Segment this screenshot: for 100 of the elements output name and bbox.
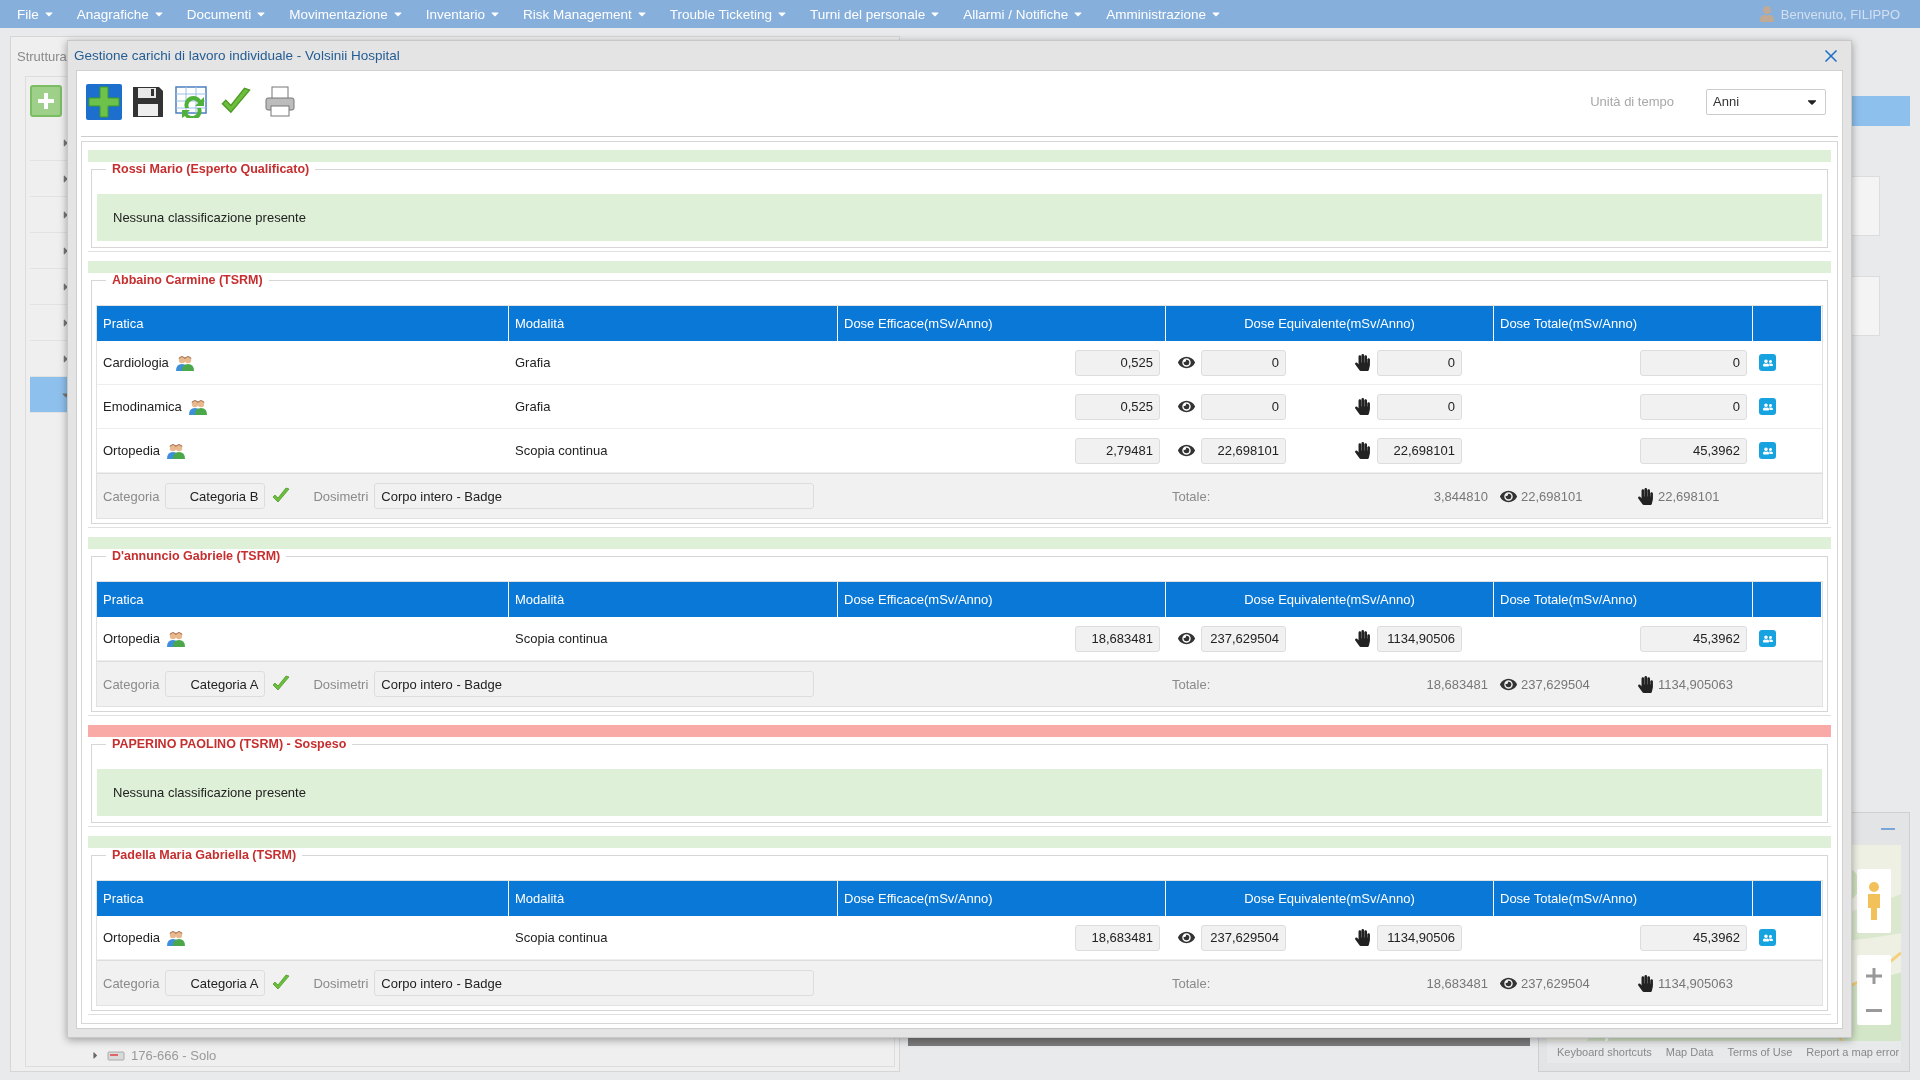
- dose-field[interactable]: 0: [1640, 393, 1747, 420]
- person-icon[interactable]: [1866, 881, 1882, 921]
- column-header: Dose Efficace(mSv/Anno): [838, 582, 1166, 617]
- zoom-out-icon[interactable]: [1866, 1009, 1882, 1013]
- hand-icon: [1637, 974, 1654, 992]
- refresh-icon: [175, 85, 209, 118]
- dose-field[interactable]: 45,3962: [1640, 625, 1747, 652]
- add-button[interactable]: [30, 85, 62, 117]
- modality-text: Scopia continua: [515, 631, 608, 646]
- floppy-icon: [132, 85, 164, 118]
- hand-icon: [1637, 675, 1654, 693]
- practice-text: Ortopedia: [103, 930, 161, 945]
- users-button[interactable]: [1759, 442, 1776, 459]
- people-icon: [174, 354, 195, 371]
- eye-icon: [1178, 929, 1195, 946]
- eye-icon: [1178, 398, 1195, 415]
- dose-field[interactable]: 22,698101: [1201, 437, 1286, 464]
- practice-text: Cardiologia: [103, 355, 169, 370]
- dose-field[interactable]: 0,525: [1075, 349, 1160, 376]
- drive-icon: [107, 1049, 125, 1061]
- time-unit-select[interactable]: Anni: [1706, 88, 1826, 115]
- column-header: Dose Equivalente(mSv/Anno): [1166, 306, 1494, 341]
- category-label: Categoria: [103, 488, 160, 504]
- dose-field[interactable]: 237,629504: [1201, 924, 1286, 951]
- practice-text: Emodinamica: [103, 399, 182, 414]
- plus-icon: [86, 83, 122, 120]
- hand-icon: [1354, 354, 1371, 371]
- dosimeter-field[interactable]: Corpo intero - Badge: [374, 970, 815, 996]
- dose-field[interactable]: 0: [1201, 393, 1286, 420]
- category-field[interactable]: Categoria B: [165, 483, 266, 509]
- users-icon: [1762, 932, 1773, 943]
- column-header: [1753, 582, 1822, 617]
- category-field[interactable]: Categoria A: [165, 671, 266, 697]
- dose-field[interactable]: 1134,90506: [1377, 625, 1462, 652]
- user-greeting: Benvenuto, FILIPPO: [1780, 6, 1900, 22]
- users-icon: [1762, 357, 1773, 368]
- panel-title: Struttura: [16, 49, 67, 64]
- eye-icon: [1178, 630, 1195, 647]
- dose-field[interactable]: 0: [1377, 349, 1462, 376]
- column-header: Dose Efficace(mSv/Anno): [838, 881, 1166, 916]
- dosimeter-field[interactable]: Corpo intero - Badge: [374, 671, 815, 697]
- users-icon: [1762, 445, 1773, 456]
- dosimeter-field[interactable]: Corpo intero - Badge: [374, 483, 815, 509]
- column-header: Dose Equivalente(mSv/Anno): [1166, 881, 1494, 916]
- users-button[interactable]: [1759, 929, 1776, 946]
- column-header: Modalità: [509, 582, 838, 617]
- empty-message: Nessuna classificazione presente: [97, 769, 1822, 816]
- total-value: 1134,905063: [1658, 975, 1733, 991]
- column-header: Pratica: [97, 306, 509, 341]
- practice-text: Ortopedia: [103, 443, 161, 458]
- column-header: Modalità: [509, 881, 838, 916]
- modality-text: Scopia continua: [515, 930, 608, 945]
- tree-item-text: 176-666 - Solo: [131, 1047, 217, 1063]
- total-value: 3,844810: [1433, 488, 1488, 504]
- dose-field[interactable]: 0: [1640, 349, 1747, 376]
- dose-field[interactable]: 18,683481: [1075, 924, 1160, 951]
- plus-icon: [37, 92, 55, 110]
- category-label: Categoria: [103, 975, 160, 991]
- column-header: Dose Equivalente(mSv/Anno): [1166, 582, 1494, 617]
- column-header: Dose Totale(mSv/Anno): [1494, 306, 1753, 341]
- dose-field[interactable]: 237,629504: [1201, 625, 1286, 652]
- dose-field[interactable]: 45,3962: [1640, 924, 1747, 951]
- practice-text: Ortopedia: [103, 631, 161, 646]
- dose-field[interactable]: 0: [1377, 393, 1462, 420]
- dose-field[interactable]: 2,79481: [1075, 437, 1160, 464]
- users-icon: [1762, 633, 1773, 644]
- users-button[interactable]: [1759, 354, 1776, 371]
- add-button[interactable]: [85, 81, 123, 122]
- dose-field[interactable]: 0: [1201, 349, 1286, 376]
- column-header: [1753, 306, 1822, 341]
- dose-field[interactable]: 45,3962: [1640, 437, 1747, 464]
- total-value: 237,629504: [1521, 975, 1591, 991]
- modality-text: Grafia: [515, 355, 551, 370]
- eye-icon: [1178, 442, 1195, 459]
- time-unit-label: Unità di tempo: [1590, 94, 1674, 109]
- dosimeter-label: Dosimetri: [313, 975, 369, 991]
- dose-field[interactable]: 1134,90506: [1377, 924, 1462, 951]
- dosimeter-label: Dosimetri: [313, 488, 369, 504]
- users-button[interactable]: [1759, 630, 1776, 647]
- dose-field[interactable]: 18,683481: [1075, 625, 1160, 652]
- total-value: 22,698101: [1521, 488, 1584, 504]
- zoom-in-icon[interactable]: [1866, 967, 1882, 984]
- total-value: 22,698101: [1658, 488, 1720, 504]
- dose-field[interactable]: 0,525: [1075, 393, 1160, 420]
- category-field[interactable]: Categoria A: [165, 970, 266, 996]
- category-label: Categoria: [103, 676, 160, 692]
- column-header: Dose Totale(mSv/Anno): [1494, 582, 1753, 617]
- users-button[interactable]: [1759, 398, 1776, 415]
- dialog-title: Gestione carichi di lavoro individuale - Volsinii Hospital: [74, 48, 400, 63]
- people-icon: [187, 398, 208, 415]
- total-value: 237,629504: [1521, 676, 1591, 692]
- people-icon: [166, 929, 187, 946]
- printer-icon: [264, 85, 296, 118]
- people-icon: [166, 442, 187, 459]
- total-label: Totale:: [1172, 488, 1211, 504]
- total-label: Totale:: [1172, 975, 1211, 991]
- column-header: Dose Efficace(mSv/Anno): [838, 306, 1166, 341]
- column-header: Pratica: [97, 881, 509, 916]
- dosimeter-label: Dosimetri: [313, 676, 369, 692]
- dose-field[interactable]: 22,698101: [1377, 437, 1462, 464]
